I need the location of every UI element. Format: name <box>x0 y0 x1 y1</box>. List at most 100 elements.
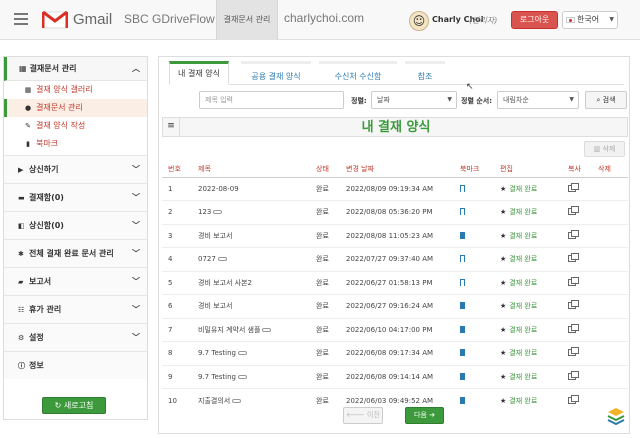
bookmark-outline-icon[interactable] <box>460 278 465 286</box>
row-title-cell[interactable]: 지출결의서 <box>192 388 310 412</box>
row-edit-cell[interactable]: ★ 결재 완료 <box>494 341 562 365</box>
row-title-cell[interactable]: 경비 보고서 <box>192 294 310 318</box>
row-title-cell[interactable]: 9.7 Testing <box>192 364 310 389</box>
copy-icon[interactable] <box>568 323 579 333</box>
table-row[interactable]: 7 비밀유지 계약서 샘플 완료 2022/06/10 04:17:00 PM ★ 결재 … <box>162 317 628 342</box>
col-header-no[interactable]: 번호 <box>162 161 192 178</box>
search-input[interactable]: 제목 입력 <box>199 91 344 109</box>
row-title[interactable]: 9.7 Testing <box>198 349 236 357</box>
row-title[interactable]: 비밀유지 계약서 샘플 <box>198 326 260 334</box>
row-title[interactable]: 123 <box>198 208 211 216</box>
row-edit-cell[interactable]: ★ 결재 완료 <box>494 270 562 295</box>
sidebar-item-form-create[interactable]: ✎ 결재 양식 작성 <box>4 117 147 135</box>
nav-tab-document-management[interactable]: 결재문서 관리 <box>216 0 278 40</box>
language-select[interactable]: 한국어 ▼ <box>562 11 618 29</box>
col-header-title[interactable]: 제목 <box>192 161 310 178</box>
sidebar-section-settings[interactable]: ⚙ 설정 ﹀ <box>4 323 147 351</box>
table-row[interactable]: 1 2022-08-09 완료 2022/08/09 09:19:34 AM ★ 결재 완… <box>162 176 628 201</box>
row-title-cell[interactable]: 9.7 Testing <box>192 341 310 365</box>
sidebar-section-submit[interactable]: ▶ 상신하기 ﹀ <box>4 155 147 183</box>
sidebar-section-reports[interactable]: ▰ 보고서 ﹀ <box>4 267 147 295</box>
row-edit-cell[interactable]: ★ 결재 완료 <box>494 247 562 271</box>
tab-recipient-inbox[interactable]: 수신처 수신함 <box>319 61 397 85</box>
row-title[interactable]: 경비 보고서 사본2 <box>198 279 252 287</box>
copy-icon[interactable] <box>568 300 579 310</box>
search-button[interactable]: ⌕ 검색 <box>585 91 627 109</box>
order-value: 내림차순 <box>503 96 529 104</box>
gmail-logo-icon[interactable] <box>42 10 68 30</box>
bookmark-outline-icon[interactable] <box>460 255 465 263</box>
delete-button[interactable]: ▥ 삭제 <box>584 141 625 157</box>
col-header-date[interactable]: 변경 날짜 <box>340 161 454 178</box>
copy-icon[interactable] <box>568 182 579 192</box>
row-title-cell[interactable]: 123 <box>192 200 310 224</box>
copy-icon[interactable] <box>568 370 579 380</box>
table-row[interactable]: 4 0727 완료 2022/07/27 09:37:40 AM ★ 결재 완료 <box>162 247 628 271</box>
row-title[interactable]: 9.7 Testing <box>198 373 236 381</box>
col-header-status[interactable]: 상태 <box>310 161 340 178</box>
gmail-wordmark[interactable]: Gmail <box>73 11 112 28</box>
sidebar-section-all-completed[interactable]: ✱ 전체 결재 완료 문서 관리 ﹀ <box>4 239 147 267</box>
tab-shared-forms[interactable]: 공용 결재 양식 <box>241 61 311 85</box>
tab-reference[interactable]: 참조 <box>405 61 445 85</box>
row-edit-cell[interactable]: ★ 결재 완료 <box>494 294 562 318</box>
row-title[interactable]: 지출결의서 <box>198 397 230 405</box>
list-menu-icon[interactable]: ≡ <box>163 118 180 136</box>
bookmark-filled-icon[interactable] <box>460 325 465 333</box>
delete-label: 삭제 <box>602 145 616 153</box>
copy-icon[interactable] <box>568 206 579 216</box>
bookmark-outline-icon[interactable] <box>460 208 465 216</box>
bookmark-filled-icon[interactable] <box>460 231 465 239</box>
table-row[interactable]: 10 지출결의서 완료 2022/06/03 09:49:52 AM ★ 결재 완료 <box>162 388 628 412</box>
sort-select[interactable]: 날짜 ▼ <box>371 91 457 109</box>
row-title[interactable]: 0727 <box>198 255 216 263</box>
bookmark-filled-icon[interactable] <box>460 349 465 357</box>
sidebar-item-doc-management[interactable]: ● 결재문서 관리 <box>4 99 147 117</box>
bookmark-filled-icon[interactable] <box>460 302 465 310</box>
menu-icon[interactable] <box>14 13 28 25</box>
row-edit-cell[interactable]: ★ 결재 완료 <box>494 388 562 412</box>
logout-button[interactable]: 로그아웃 <box>511 11 558 29</box>
tab-my-forms[interactable]: 내 결재 양식 <box>169 61 229 85</box>
bookmark-filled-icon[interactable] <box>460 396 465 404</box>
sidebar-section-outbox[interactable]: ◧ 상신함(0) ﹀ <box>4 211 147 239</box>
table-row[interactable]: 2 123 완료 2022/08/08 05:36:20 PM ★ 결재 완료 <box>162 200 628 224</box>
table-row[interactable]: 9 9.7 Testing 완료 2022/06/08 09:14:14 AM ★ 결재 … <box>162 364 628 389</box>
table-row[interactable]: 3 경비 보고서 완료 2022/08/08 11:05:23 AM ★ 결재 완료 <box>162 223 628 248</box>
sidebar-section-info[interactable]: ⓘ 정보 <box>4 351 147 379</box>
row-title[interactable]: 경비 보고서 <box>198 232 232 240</box>
bookmark-outline-icon[interactable] <box>460 184 465 192</box>
row-title[interactable]: 경비 보고서 <box>198 302 232 310</box>
row-edit-cell[interactable]: ★ 결재 완료 <box>494 317 562 342</box>
row-edit-cell[interactable]: ★ 결재 완료 <box>494 364 562 389</box>
row-title-cell[interactable]: 경비 보고서 사본2 <box>192 270 310 295</box>
sidebar-item-gallery[interactable]: ▦ 결재 양식 갤러리 <box>4 81 147 99</box>
sidebar-section-approval-docs[interactable]: ▦ 결재문서 관리 ︿ <box>4 57 147 81</box>
row-title[interactable]: 2022-08-09 <box>198 185 239 193</box>
copy-icon[interactable] <box>568 229 579 239</box>
refresh-button[interactable]: ↻ 새로고침 <box>42 397 106 414</box>
copy-icon[interactable] <box>568 253 579 263</box>
table-row[interactable]: 8 9.7 Testing 완료 2022/06/08 09:17:34 AM ★ 결재 … <box>162 341 628 365</box>
copy-icon[interactable] <box>568 394 579 404</box>
row-status: 완료 <box>310 294 340 318</box>
bookmark-filled-icon[interactable] <box>460 372 465 380</box>
table-row[interactable]: 6 경비 보고서 완료 2022/06/27 09:16:24 AM ★ 결재 완료 <box>162 294 628 318</box>
row-title-cell[interactable]: 2022-08-09 <box>192 176 310 201</box>
row-title-cell[interactable]: 0727 <box>192 247 310 271</box>
order-select[interactable]: 내림차순 ▼ <box>497 91 579 109</box>
next-page-button[interactable]: 다음 ➔ <box>405 407 444 424</box>
row-title-cell[interactable]: 비밀유지 계약서 샘플 <box>192 317 310 342</box>
table-row[interactable]: 5 경비 보고서 사본2 완료 2022/06/27 01:58:13 PM ★ 결재 완… <box>162 270 628 295</box>
sidebar-section-inbox[interactable]: ▬ 결재함(0) ﹀ <box>4 183 147 211</box>
row-edit-cell[interactable]: ★ 결재 완료 <box>494 200 562 224</box>
prev-page-button[interactable]: 🡐 이전 <box>343 407 383 424</box>
attachment-icon <box>237 374 247 379</box>
sidebar-item-bookmark[interactable]: ▮ 북마크 <box>4 135 147 153</box>
sidebar-section-leave[interactable]: ☷ 휴가 관리 ﹀ <box>4 295 147 323</box>
copy-icon[interactable] <box>568 276 579 286</box>
row-title-cell[interactable]: 경비 보고서 <box>192 223 310 248</box>
row-edit-cell[interactable]: ★ 결재 완료 <box>494 223 562 248</box>
copy-icon[interactable] <box>568 347 579 357</box>
row-edit-cell[interactable]: ★ 결재 완료 <box>494 176 562 201</box>
